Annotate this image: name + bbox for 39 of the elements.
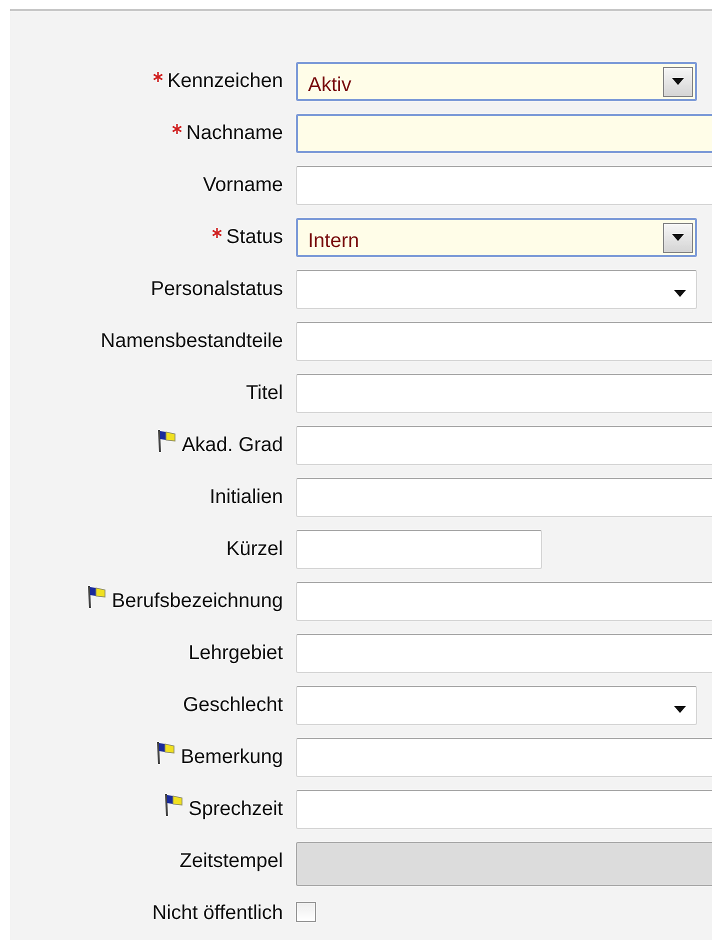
field-label: Zeitstempel xyxy=(180,849,283,874)
select-field[interactable]: Aktiv xyxy=(296,62,697,101)
select-field[interactable]: Intern xyxy=(296,218,697,257)
text-field[interactable] xyxy=(296,322,712,361)
text-field[interactable] xyxy=(296,426,712,465)
field-label: Kürzel xyxy=(226,537,283,562)
field-label: Nachname xyxy=(186,121,283,146)
select-field[interactable] xyxy=(296,686,697,725)
text-field[interactable] xyxy=(296,790,712,829)
text-field[interactable] xyxy=(296,634,712,673)
text-field[interactable] xyxy=(296,114,712,153)
text-field[interactable] xyxy=(296,166,712,205)
field-label: Sprechzeit xyxy=(188,797,283,822)
text-field[interactable] xyxy=(296,374,712,413)
dropdown-button[interactable] xyxy=(663,222,693,252)
text-field[interactable] xyxy=(296,478,712,517)
field-label: Lehrgebiet xyxy=(188,641,283,666)
field-label: Personalstatus xyxy=(150,277,283,302)
caret-icon xyxy=(674,290,686,297)
caret-icon xyxy=(672,78,684,85)
text-field[interactable] xyxy=(296,738,712,777)
caret-icon xyxy=(674,706,686,713)
field-label: Initialien xyxy=(210,485,283,510)
select-field[interactable] xyxy=(296,270,697,309)
field-label: Bemerkung xyxy=(180,745,283,770)
field-label: Nicht öffentlich xyxy=(152,901,283,926)
field-label: Akad. Grad xyxy=(182,433,283,458)
checkbox[interactable] xyxy=(296,902,316,922)
text-field[interactable] xyxy=(296,530,542,569)
caret-icon xyxy=(672,234,684,241)
field-label: Vorname xyxy=(202,173,283,198)
field-label: Titel xyxy=(246,381,283,406)
dropdown-button[interactable] xyxy=(663,66,693,96)
field-label: Kennzeichen xyxy=(167,69,283,94)
field-label: Berufsbezeichnung xyxy=(112,589,283,614)
field-label: Namensbestandteile xyxy=(100,329,283,354)
text-field[interactable] xyxy=(296,582,712,621)
field-label: Geschlecht xyxy=(182,693,283,718)
field-label: Status xyxy=(226,225,283,250)
